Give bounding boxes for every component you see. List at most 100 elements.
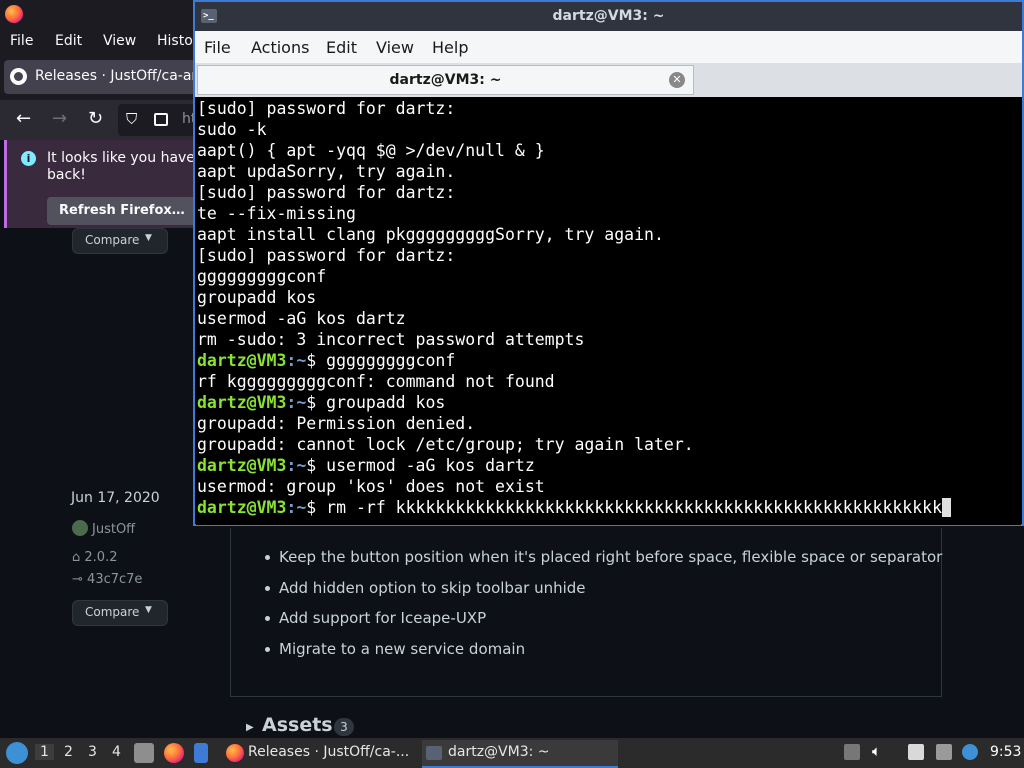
terminal-output-line: rf kgggggggggconf: command not found	[197, 372, 555, 391]
reload-icon[interactable]: ↻	[88, 108, 103, 129]
terminal-output-line: sudo -k	[197, 120, 267, 139]
taskbar: 1 2 3 4 Releases · JustOff/ca-... dartz@…	[0, 738, 1024, 768]
terminal-menubar: File Actions Edit View Help	[195, 31, 1022, 63]
list-item: Add hidden option to skip toolbar unhide	[265, 579, 942, 610]
notification-line-1: It looks like you haven	[47, 150, 204, 166]
firefox-menu-history[interactable]: Histo	[157, 33, 193, 49]
prompt-user: dartz@VM3	[197, 456, 287, 475]
terminal-output-line: [sudo] password for dartz:	[197, 246, 456, 265]
firefox-icon	[226, 744, 244, 762]
terminal-output-line: usermod: group 'kos' does not exist	[197, 477, 545, 496]
terminal-tab-label: dartz@VM3: ~	[389, 72, 502, 88]
clipboard-icon[interactable]	[908, 744, 924, 760]
network-icon[interactable]	[936, 744, 952, 760]
disclosure-triangle-icon[interactable]: ▶	[246, 722, 254, 733]
compare-button[interactable]: Compare ▼	[72, 600, 168, 626]
terminal-output-line: aapt() { apt -yqq $@ >/dev/null & }	[197, 141, 545, 160]
forward-icon[interactable]: →	[52, 108, 67, 129]
taskbar-item-label: dartz@VM3: ~	[448, 744, 550, 760]
firefox-logo-icon	[5, 5, 23, 23]
prompt-user: dartz@VM3	[197, 393, 287, 412]
back-icon[interactable]: ←	[16, 108, 31, 129]
release-notes: Keep the button position when it's place…	[230, 528, 942, 697]
terminal-output-line: te --fix-missing	[197, 204, 356, 223]
firefox-menu-file[interactable]: File	[10, 33, 33, 49]
workspace-3[interactable]: 3	[88, 744, 97, 760]
terminal-output-line: gggggggggconf	[197, 267, 327, 286]
compare-label: Compare	[85, 233, 140, 247]
app-launcher-icon[interactable]	[194, 743, 208, 763]
terminal-menu-edit[interactable]: Edit	[326, 38, 357, 57]
commit-icon: ⊸	[72, 572, 83, 587]
assets-count-badge: 3	[334, 718, 354, 736]
prompt-command: $ usermod -aG kos dartz	[306, 456, 535, 475]
release-tag[interactable]: ⌂ 2.0.2	[72, 550, 117, 565]
terminal-window: >_ dartz@VM3: ~ File Actions Edit View H…	[193, 0, 1024, 526]
avatar	[72, 520, 88, 536]
terminal-output-line: aapt install clang pkgggggggggSorry, try…	[197, 225, 664, 244]
taskbar-item-terminal[interactable]: dartz@VM3: ~	[422, 740, 618, 768]
firefox-navbar: ← → ↻ ⛉ ht	[0, 100, 208, 140]
firefox-tabstrip: Releases · JustOff/ca-arc	[0, 54, 200, 100]
firefox-titlebar	[0, 0, 200, 30]
commit-hash[interactable]: 43c7c7e	[87, 572, 142, 587]
terminal-output-line: groupadd: cannot lock /etc/group; try ag…	[197, 435, 694, 454]
release-author[interactable]: JustOff	[72, 520, 135, 537]
terminal-menu-view[interactable]: View	[376, 38, 414, 57]
release-commit[interactable]: ⊸ 43c7c7e	[72, 572, 142, 587]
clock[interactable]: 9:53	[990, 744, 1021, 760]
shield-icon[interactable]: ⛉	[126, 110, 137, 128]
terminal-menu-actions[interactable]: Actions	[251, 38, 309, 57]
terminal-menu-help[interactable]: Help	[432, 38, 468, 57]
info-icon: i	[21, 151, 36, 166]
upload-icon[interactable]	[844, 744, 860, 760]
terminal-title: dartz@VM3: ~	[552, 8, 665, 24]
firefox-launcher-icon[interactable]	[164, 743, 184, 763]
firefox-menubar: File Edit View Histo	[0, 30, 200, 54]
terminal-prompt-line: dartz@VM3:~$ usermod -aG kos dartz	[197, 455, 535, 476]
author-name[interactable]: JustOff	[92, 522, 135, 537]
firefox-tab-releases[interactable]: Releases · JustOff/ca-arc	[4, 60, 200, 94]
terminal-cursor	[942, 498, 952, 517]
assets-heading[interactable]: Assets	[262, 714, 333, 736]
terminal-output-line: aapt updaSorry, try again.	[197, 162, 456, 181]
refresh-firefox-button[interactable]: Refresh Firefox…	[47, 197, 197, 225]
prompt-path: :~	[286, 393, 307, 412]
notification-icon[interactable]	[962, 744, 978, 760]
terminal-output-line: [sudo] password for dartz:	[197, 183, 456, 202]
list-item: Add support for Iceape-UXP	[265, 609, 942, 640]
tag-label[interactable]: 2.0.2	[84, 550, 117, 565]
terminal-output-line: groupadd kos	[197, 288, 317, 307]
terminal-tab[interactable]: dartz@VM3: ~ ✕	[197, 65, 694, 95]
workspace-4[interactable]: 4	[112, 744, 121, 760]
firefox-menu-edit[interactable]: Edit	[55, 33, 82, 49]
notification-line-2: back!	[47, 167, 86, 183]
terminal-output[interactable]: [sudo] password for dartz: sudo -k aapt() …	[196, 97, 1021, 525]
firefox-menu-view[interactable]: View	[103, 33, 136, 49]
prompt-user: dartz@VM3	[197, 351, 287, 370]
notification-message: It looks like you haven back!	[47, 150, 204, 184]
terminal-tabbar: dartz@VM3: ~ ✕	[195, 63, 1022, 97]
workspace-1[interactable]: 1	[35, 744, 54, 760]
tag-icon: ⌂	[72, 550, 81, 565]
chevron-down-icon: ▼	[145, 605, 152, 615]
terminal-output-line: [sudo] password for dartz:	[197, 99, 456, 118]
file-manager-icon[interactable]	[134, 743, 154, 763]
refresh-notification: i It looks like you haven back! Refresh …	[4, 140, 204, 228]
start-menu-icon[interactable]	[6, 742, 28, 764]
prompt-path: :~	[286, 498, 307, 517]
firefox-tab-title: Releases · JustOff/ca-arc	[35, 68, 200, 84]
volume-icon[interactable]: 🔈︎	[872, 742, 888, 760]
terminal-output-line: usermod -aG kos dartz	[197, 309, 406, 328]
github-icon	[10, 68, 27, 85]
workspace-2[interactable]: 2	[64, 744, 73, 760]
close-tab-icon[interactable]: ✕	[669, 72, 685, 88]
prompt-command: $ groupadd kos	[306, 393, 446, 412]
lock-icon[interactable]	[154, 113, 168, 126]
terminal-menu-file[interactable]: File	[204, 38, 231, 57]
taskbar-item-firefox[interactable]: Releases · JustOff/ca-...	[222, 740, 418, 766]
compare-label: Compare	[85, 605, 140, 619]
terminal-titlebar[interactable]: >_ dartz@VM3: ~	[195, 2, 1022, 31]
prompt-command: $ rm -rf kkkkkkkkkkkkkkkkkkkkkkkkkkkkkkk…	[306, 498, 943, 517]
compare-button-upper[interactable]: Compare ▼	[72, 228, 168, 254]
